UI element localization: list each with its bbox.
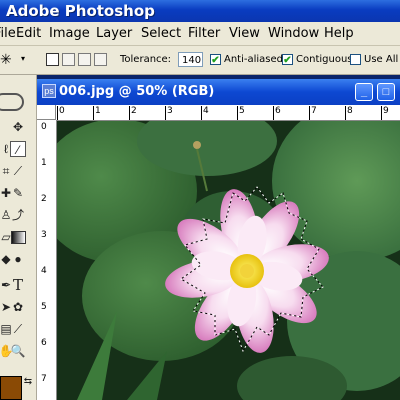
top-ruler-label: 0 <box>59 106 65 116</box>
stamp-icon[interactable]: ♙ <box>0 207 14 223</box>
left-ruler-label: 6 <box>41 338 47 348</box>
path-select-icon[interactable]: ➤ <box>0 299 14 315</box>
add-selection-icon[interactable] <box>62 53 75 66</box>
top-ruler-tick <box>345 106 346 120</box>
top-ruler-tick <box>201 106 202 120</box>
left-ruler[interactable]: 012345678 <box>37 120 57 400</box>
menu-help-label: Help <box>324 26 354 41</box>
new-selection-icon[interactable] <box>46 53 59 66</box>
menu-file[interactable]: File <box>0 26 16 41</box>
top-ruler[interactable]: 012345678910 <box>56 105 400 121</box>
foreground-color-swatch[interactable] <box>0 376 22 400</box>
toolbox: ✥ ⁄ ℓ ⟋ ⌗ ✎ ✚ ⤴ ♙ ▱ ● ◆ T ✒ ✿ ➤ ⟋ ▤ 🔍 ✋ … <box>0 75 37 400</box>
pen-icon[interactable]: ✒ <box>0 277 14 293</box>
menu-filter[interactable]: Filter <box>188 26 220 41</box>
menu-help[interactable]: Help <box>324 26 354 41</box>
menu-view[interactable]: View <box>229 26 260 41</box>
swap-colors-icon[interactable]: ⇆ <box>20 374 36 390</box>
left-ruler-label: 0 <box>41 122 47 132</box>
lasso-icon[interactable]: ℓ <box>0 141 14 157</box>
menu-filter-label: Filter <box>188 26 221 41</box>
image-canvas[interactable] <box>57 121 400 400</box>
top-ruler-tick <box>93 106 94 120</box>
use-all-layers-label: Use All L <box>364 54 400 65</box>
tool-preset-icon[interactable]: ✳ <box>0 51 12 68</box>
top-ruler-tick <box>165 106 166 120</box>
left-ruler-label: 2 <box>41 194 47 204</box>
ruler-corner <box>37 105 56 120</box>
top-ruler-label: 6 <box>275 106 281 116</box>
tolerance-label: Tolerance: <box>120 54 172 65</box>
top-ruler-label: 1 <box>95 106 101 116</box>
blur-icon[interactable]: ◆ <box>0 251 14 267</box>
menu-edit[interactable]: Edit <box>16 26 41 41</box>
contiguous-label: Contiguous <box>296 54 353 65</box>
top-ruler-label: 9 <box>383 106 389 116</box>
top-ruler-label: 5 <box>239 106 245 116</box>
menu-image-label: Image <box>49 26 90 41</box>
anti-aliased-label: Anti-aliased <box>224 54 284 65</box>
menu-select-label: Select <box>141 26 182 41</box>
document-icon: ps <box>42 84 56 98</box>
document-title-bar[interactable]: ps 006.jpg @ 50% (RGB) _ □ <box>37 79 400 105</box>
top-ruler-tick <box>381 106 382 120</box>
left-ruler-label: 1 <box>41 158 47 168</box>
top-ruler-tick <box>309 106 310 120</box>
top-ruler-label: 4 <box>203 106 209 116</box>
menu-file-label: File <box>0 26 16 41</box>
top-ruler-tick <box>57 106 58 120</box>
minimize-icon[interactable]: _ <box>355 83 373 101</box>
top-ruler-label: 3 <box>167 106 173 116</box>
hand-icon[interactable]: ✋ <box>0 343 14 359</box>
menu-bar: File Edit Image Layer Select Filter View… <box>0 22 400 46</box>
left-ruler-label: 7 <box>41 374 47 384</box>
document-window: ps 006.jpg @ 50% (RGB) _ □ 012345678910 … <box>37 79 400 400</box>
use-all-layers-checkbox[interactable] <box>350 54 361 65</box>
top-ruler-label: 7 <box>311 106 317 116</box>
maximize-icon[interactable]: □ <box>377 83 395 101</box>
top-ruler-tick <box>273 106 274 120</box>
document-title: 006.jpg @ 50% (RGB) <box>59 84 215 99</box>
menu-view-label: View <box>229 26 260 41</box>
subtract-selection-icon[interactable] <box>78 53 91 66</box>
tool-preset-dropdown-icon[interactable]: ▾ <box>21 54 25 63</box>
menu-window-label: Window <box>268 26 320 41</box>
menu-edit-label: Edit <box>16 26 42 41</box>
healing-brush-icon[interactable]: ✚ <box>0 185 14 201</box>
menu-select[interactable]: Select <box>141 26 181 41</box>
menu-layer[interactable]: Layer <box>96 26 132 41</box>
left-ruler-label: 4 <box>41 266 47 276</box>
contiguous-checkbox[interactable]: ✔ <box>282 54 293 66</box>
top-ruler-label: 2 <box>131 106 137 116</box>
notes-icon[interactable]: ▤ <box>0 321 14 337</box>
anti-aliased-checkbox[interactable]: ✔ <box>210 54 221 66</box>
app-title-bar: Adobe Photoshop <box>0 0 400 22</box>
app-title: Adobe Photoshop <box>6 2 155 20</box>
lotus-photo <box>57 121 400 400</box>
tolerance-input[interactable]: 140 <box>178 52 203 67</box>
left-ruler-label: 3 <box>41 230 47 240</box>
options-bar: ✳ ▾ Tolerance: 140 ✔ Anti-aliased ✔ Cont… <box>0 46 400 75</box>
menu-image[interactable]: Image <box>49 26 90 41</box>
eraser-icon[interactable]: ▱ <box>0 229 14 245</box>
top-ruler-tick <box>237 106 238 120</box>
top-ruler-tick <box>129 106 130 120</box>
left-ruler-label: 5 <box>41 302 47 312</box>
intersect-selection-icon[interactable] <box>94 53 107 66</box>
menu-layer-label: Layer <box>96 26 133 41</box>
crop-icon[interactable]: ⌗ <box>0 163 14 179</box>
top-ruler-label: 8 <box>347 106 353 116</box>
move-icon[interactable]: ✥ <box>10 119 26 135</box>
menu-window[interactable]: Window <box>268 26 319 41</box>
toolbox-header <box>0 93 24 111</box>
